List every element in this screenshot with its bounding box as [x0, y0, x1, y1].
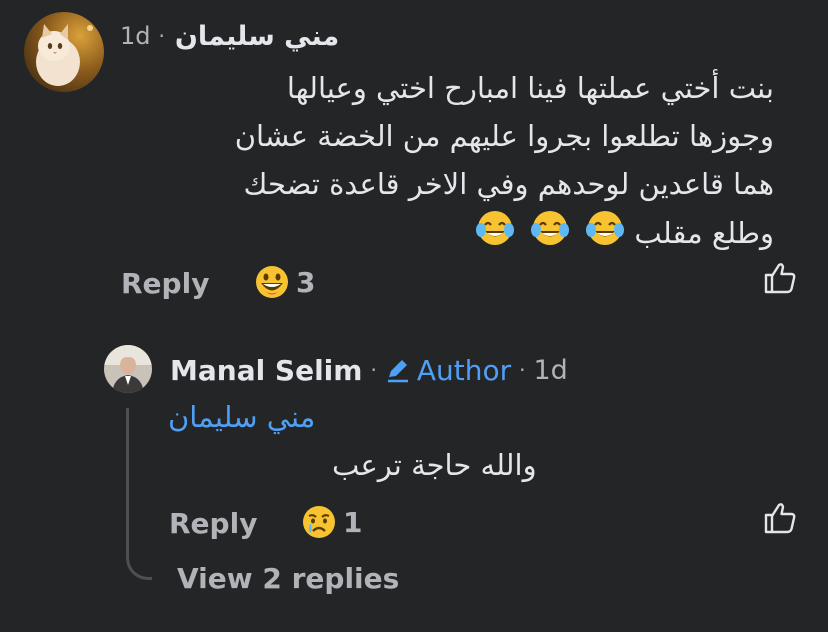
mention-link[interactable]: مني سليمان: [168, 400, 315, 434]
tears-of-joy-emoji-icon: [585, 208, 625, 262]
reply-author-avatar[interactable]: [104, 345, 152, 393]
comment-body: بنت أختي عملتها فينا امبارح اختي وعيالها…: [74, 64, 774, 262]
like-button[interactable]: [762, 260, 798, 300]
comment-line-last: وطلع مقلب: [74, 208, 774, 262]
separator-dot: ·: [158, 24, 165, 48]
reply-button[interactable]: Reply: [121, 267, 209, 300]
reply-actions: Reply: [169, 502, 257, 544]
reply-button[interactable]: Reply: [169, 507, 257, 540]
reply-time[interactable]: 1d: [533, 355, 567, 386]
thumbs-up-icon: [764, 263, 796, 294]
comment-time[interactable]: 1d: [120, 22, 151, 50]
comment-header: 1d · مني سليمان: [120, 16, 339, 56]
comment-line: وجوزها تطلعوا بجروا عليهم من الخضة عشان: [234, 119, 774, 153]
reaction-count: 3: [296, 265, 316, 299]
reply-body: والله حاجة ترعب: [332, 448, 537, 482]
crying-emoji-icon: [303, 506, 335, 538]
tears-of-joy-emoji-icon: [530, 208, 570, 262]
view-replies-button[interactable]: View 2 replies: [177, 562, 399, 595]
separator-dot: ·: [519, 358, 526, 382]
reply-header: Manal Selim · Author · 1d: [170, 350, 568, 390]
pencil-icon: [387, 360, 408, 383]
thread-connector-line: [126, 408, 152, 580]
author-badge: Author: [385, 354, 511, 387]
comment-line: بنت أختي عملتها فينا امبارح اختي وعيالها: [286, 71, 774, 105]
separator-dot: ·: [370, 358, 377, 382]
grinning-emoji-icon: [256, 266, 288, 298]
reaction-summary[interactable]: 1: [301, 504, 362, 540]
comment-line: هما قاعدين لوحدهم وفي الاخر قاعدة تضحك: [243, 167, 775, 201]
like-button[interactable]: [762, 500, 798, 540]
comment-actions: Reply: [121, 262, 209, 304]
reaction-count: 1: [343, 505, 363, 539]
comment-line: وطلع مقلب: [634, 216, 774, 250]
thumbs-up-icon: [764, 503, 796, 534]
comments-panel: 1d · مني سليمان بنت أختي عملتها فينا امب…: [0, 0, 828, 632]
commenter-name[interactable]: مني سليمان: [175, 21, 339, 52]
profile-photo-icon: [104, 345, 152, 393]
author-badge-label: Author: [416, 353, 512, 387]
tears-of-joy-emoji-icon: [475, 208, 515, 262]
reaction-summary[interactable]: 3: [254, 264, 315, 300]
reply-author-name[interactable]: Manal Selim: [170, 354, 362, 387]
